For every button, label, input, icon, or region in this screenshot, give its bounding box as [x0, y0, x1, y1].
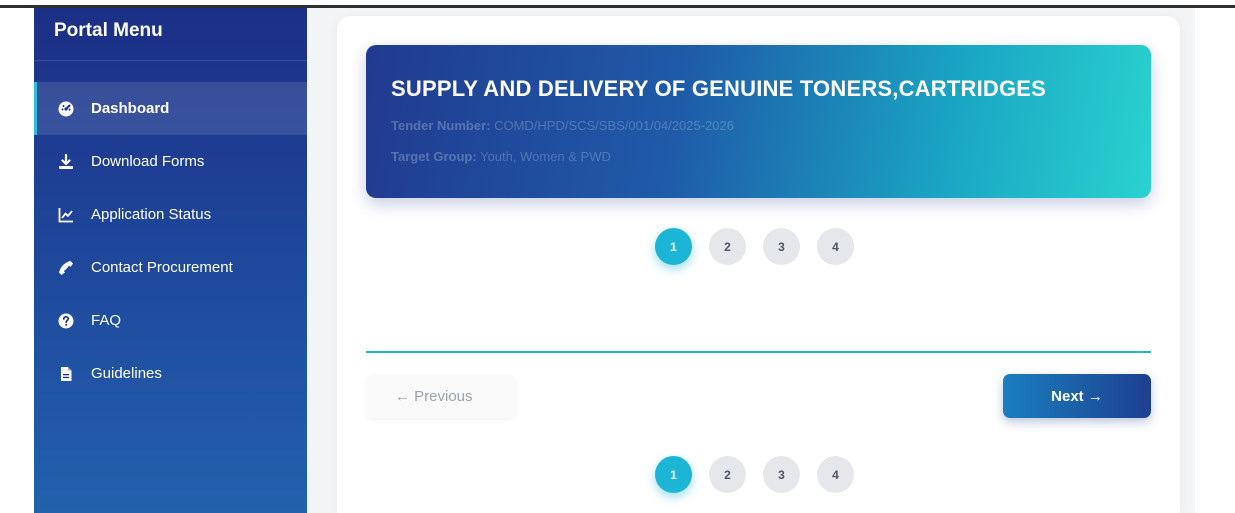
sidebar-item-label: Dashboard [91, 100, 170, 117]
sidebar-item-label: Contact Procurement [91, 259, 233, 276]
sidebar-divider [34, 60, 307, 61]
top-border [0, 0, 1235, 8]
sidebar-item-label: Download Forms [91, 153, 205, 170]
step-1[interactable]: 1 [655, 456, 692, 493]
chart-line-icon [57, 206, 75, 224]
tender-title: SUPPLY AND DELIVERY OF GENUINE TONERS,CA… [391, 76, 1047, 101]
step-indicator-top: 1 2 3 4 [655, 228, 871, 265]
phone-icon [57, 259, 75, 277]
step-indicator-bottom: 1 2 3 4 [655, 456, 871, 493]
sidebar-item-faq[interactable]: FAQ [34, 294, 307, 347]
dashboard-icon [57, 100, 75, 118]
sidebar-item-dashboard[interactable]: Dashboard [34, 82, 307, 135]
step-2[interactable]: 2 [709, 456, 746, 493]
tender-banner: SUPPLY AND DELIVERY OF GENUINE TONERS,CA… [366, 45, 1151, 198]
sidebar: Portal Menu Dashboard Download Forms App… [34, 8, 307, 513]
previous-button[interactable]: ← Previous [366, 375, 516, 418]
left-margin [0, 8, 34, 513]
step-1[interactable]: 1 [655, 228, 692, 265]
step-4[interactable]: 4 [817, 456, 854, 493]
tender-number-label: Tender Number: [391, 118, 491, 133]
next-button[interactable]: Next → [1003, 374, 1151, 418]
sidebar-item-label: FAQ [91, 312, 122, 329]
target-group-label: Target Group: [391, 149, 477, 164]
target-group-value: Youth, Women & PWD [480, 149, 611, 164]
step-3[interactable]: 3 [763, 456, 800, 493]
question-circle-icon [57, 312, 75, 330]
step-4[interactable]: 4 [817, 228, 854, 265]
tender-number-value: COMD/HPD/SCS/SBS/001/04/2025-2026 [494, 118, 734, 133]
download-icon [57, 153, 75, 171]
target-group-line: Target Group: Youth, Women & PWD [391, 149, 611, 164]
sidebar-item-label: Guidelines [91, 365, 162, 382]
tender-card: SUPPLY AND DELIVERY OF GENUINE TONERS,CA… [337, 16, 1180, 513]
sidebar-menu: Dashboard Download Forms Application Sta… [34, 82, 307, 400]
sidebar-item-guidelines[interactable]: Guidelines [34, 347, 307, 400]
sidebar-item-application-status[interactable]: Application Status [34, 188, 307, 241]
sidebar-item-download-forms[interactable]: Download Forms [34, 135, 307, 188]
right-margin [1195, 8, 1235, 513]
sidebar-item-label: Application Status [91, 206, 212, 223]
file-icon [57, 365, 75, 383]
sidebar-title: Portal Menu [54, 20, 163, 41]
step-3[interactable]: 3 [763, 228, 800, 265]
sidebar-item-contact-procurement[interactable]: Contact Procurement [34, 241, 307, 294]
tender-number-line: Tender Number: COMD/HPD/SCS/SBS/001/04/2… [391, 118, 734, 133]
progress-divider [366, 351, 1151, 353]
step-2[interactable]: 2 [709, 228, 746, 265]
